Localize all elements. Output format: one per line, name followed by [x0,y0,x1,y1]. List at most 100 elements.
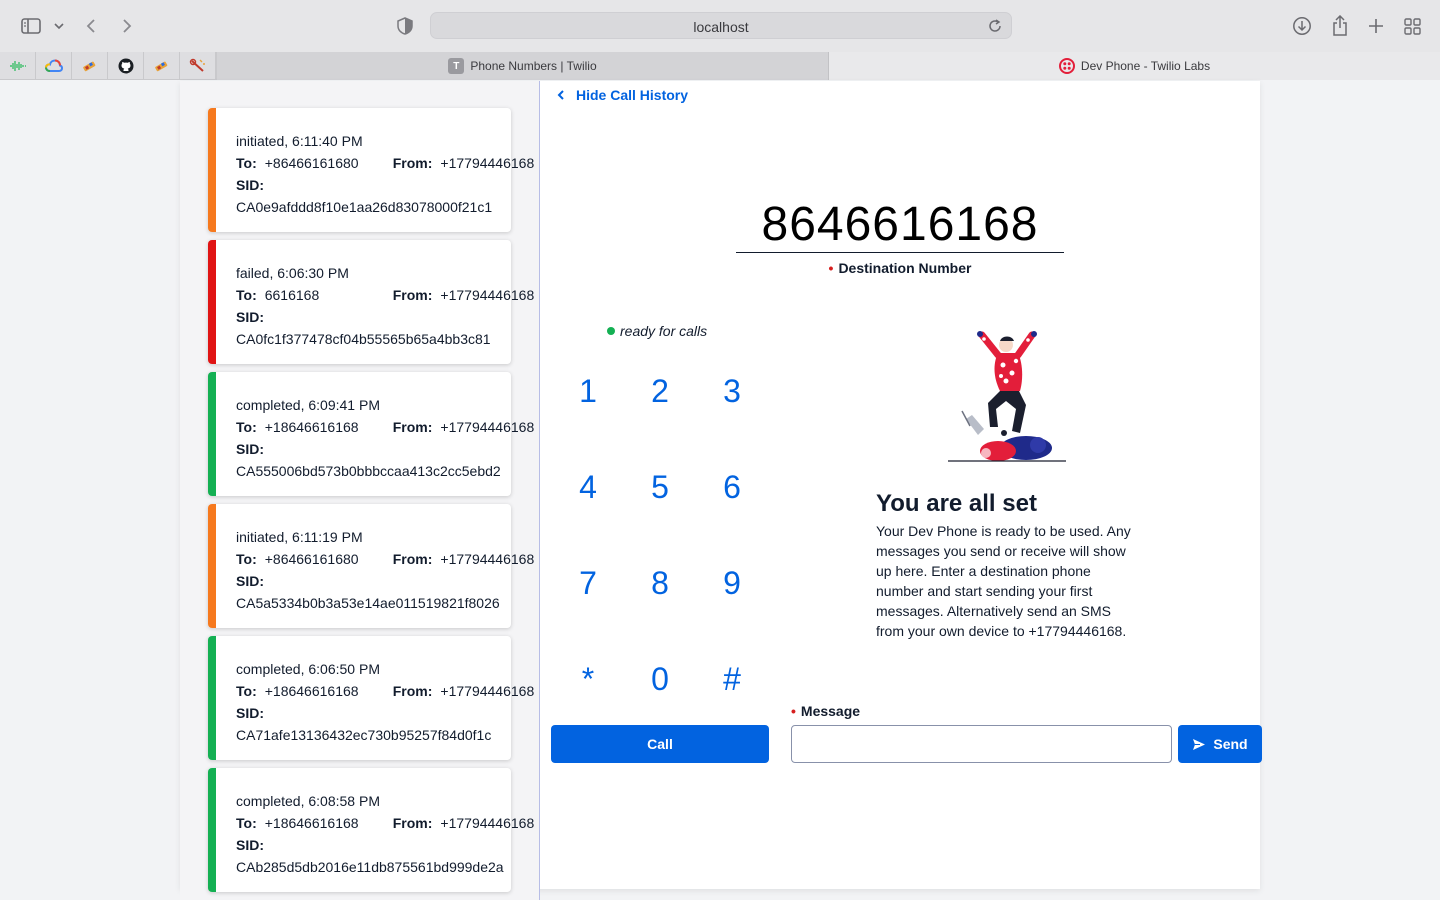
dial-key-2[interactable]: 2 [630,366,690,416]
forward-icon[interactable] [120,14,134,38]
tab-dev-phone[interactable]: Dev Phone - Twilio Labs [829,52,1440,80]
tab-favicon-t-icon: T [448,58,465,74]
required-marker: • [828,260,834,276]
welcome-title: You are all set [876,490,1037,517]
dial-key-6[interactable]: 6 [702,462,762,512]
tab-phone-numbers[interactable]: T Phone Numbers | Twilio [216,52,829,80]
to-label: To: [236,287,257,303]
bookmark-wand-icon[interactable] [180,52,216,80]
call-details: completed, 6:08:58 PM To: +18646616168 From… [236,790,539,878]
destination-number-value[interactable]: 8646616168 [736,195,1064,253]
chevron-down-icon[interactable] [53,14,65,38]
call-status-bar [208,636,216,760]
from-label: From: [392,287,433,303]
device-status: ready for calls [607,323,707,339]
call-history-card[interactable]: completed, 6:08:58 PM To: +18646616168 From… [208,768,534,892]
from-label: From: [392,815,433,831]
dial-key-hash[interactable]: # [702,654,762,704]
call-status-bar [208,504,216,628]
call-history-card[interactable]: completed, 6:09:41 PM To: +18646616168 From… [208,372,534,496]
call-status-bar [208,372,216,496]
device-status-text: ready for calls [620,323,708,339]
chevron-left-icon [557,90,564,100]
to-label: To: [236,155,257,171]
call-history-card[interactable]: failed, 6:06:30 PM To: 6616168 From: +177944… [208,240,534,364]
call-history-card[interactable]: completed, 6:06:50 PM To: +18646616168 From… [208,636,534,760]
tab-title: Phone Numbers | Twilio [470,59,597,73]
sidebar-toggle-icon[interactable] [20,14,42,38]
send-button[interactable]: Send [1178,725,1262,763]
new-tab-icon[interactable] [1366,14,1386,38]
message-input[interactable] [791,725,1172,763]
call-status-bar [208,108,216,232]
call-sid: CAb285d5db2016e11db875561bd999de2a [236,859,504,875]
dial-key-4[interactable]: 4 [558,462,618,512]
call-status-time: initiated, 6:11:19 PM [236,529,363,545]
call-to-number: +86466161680 [264,155,359,171]
call-from-number: +17794446168 [440,551,535,567]
send-label: Send [1213,736,1248,752]
to-label: To: [236,815,257,831]
call-from-number: +17794446168 [440,683,535,699]
call-status-time: completed, 6:06:50 PM [236,661,380,677]
from-label: From: [392,551,433,567]
twilio-logo-icon [1058,58,1075,74]
call-details: initiated, 6:11:40 PM To: +86466161680 From… [236,130,539,218]
call-button[interactable]: Call [551,725,769,763]
call-details: initiated, 6:11:19 PM To: +86466161680 From… [236,526,539,614]
share-icon[interactable] [1329,14,1351,38]
sid-label: SID: [236,705,264,721]
reload-icon[interactable] [985,16,1005,36]
to-label: To: [236,419,257,435]
tab-overview-icon[interactable] [1402,14,1422,38]
call-sid: CA0e9afddd8f10e1aa26d83078000f21c1 [236,199,493,215]
hide-call-history-label: Hide Call History [576,87,689,103]
tab-title: Dev Phone - Twilio Labs [1080,59,1211,73]
call-to-number: 6616168 [264,287,320,303]
call-to-number: +18646616168 [264,683,359,699]
dial-key-1[interactable]: 1 [558,366,618,416]
send-icon [1193,738,1206,750]
call-details: failed, 6:06:30 PM To: 6616168 From: +177944… [236,262,539,350]
back-icon[interactable] [84,14,98,38]
sid-label: SID: [236,837,264,853]
call-details: completed, 6:06:50 PM To: +18646616168 From… [236,658,539,746]
call-from-number: +17794446168 [440,287,535,303]
dial-key-0[interactable]: 0 [630,654,690,704]
address-url: localhost [693,19,749,35]
call-from-number: +17794446168 [440,419,535,435]
call-status-bar [208,240,216,364]
bookmark-tool-icon[interactable] [72,52,108,80]
call-history-panel[interactable]: initiated, 6:11:40 PM To: +86466161680 From… [180,81,540,900]
bookmark-github-icon[interactable] [108,52,144,80]
call-history-card[interactable]: initiated, 6:11:19 PM To: +86466161680 From… [208,504,534,628]
hide-call-history-link[interactable]: Hide Call History [556,87,688,103]
address-bar[interactable]: localhost [430,12,1012,39]
call-status-bar [208,768,216,892]
dev-phone-page: initiated, 6:11:40 PM To: +86466161680 From… [180,81,1262,900]
call-to-number: +18646616168 [264,419,359,435]
bookmark-cloud-icon[interactable] [36,52,72,80]
call-history-card[interactable]: initiated, 6:11:40 PM To: +86466161680 From… [208,108,534,232]
bookmark-tool-2-icon[interactable] [144,52,180,80]
dial-key-8[interactable]: 8 [630,558,690,608]
downloads-icon[interactable] [1291,14,1313,38]
call-numbers: To: +86466161680 From: +17794446168 [236,152,539,174]
destination-number-field[interactable]: 8646616168 • Destination Number [736,195,1064,276]
call-numbers: To: 6616168 From: +17794446168 [236,284,539,306]
dial-key-3[interactable]: 3 [702,366,762,416]
dial-key-star[interactable]: * [558,654,618,704]
dial-key-5[interactable]: 5 [630,462,690,512]
call-from-number: +17794446168 [440,815,535,831]
bookmark-audio-icon[interactable] [0,52,36,80]
call-numbers: To: +18646616168 From: +17794446168 [236,680,539,702]
dial-key-9[interactable]: 9 [702,558,762,608]
call-sid: CA555006bd573b0bbbccaa413c2cc5ebd2 [236,463,501,479]
ready-status-dot-icon [607,327,615,335]
browser-toolbar: localhost [0,0,1440,52]
required-marker: • [791,703,796,719]
call-sid: CA5a5334b0b3a53e14ae011519821f8026 [236,595,500,611]
welcome-illustration [948,331,1068,463]
privacy-shield-icon[interactable] [397,17,413,35]
dial-key-7[interactable]: 7 [558,558,618,608]
